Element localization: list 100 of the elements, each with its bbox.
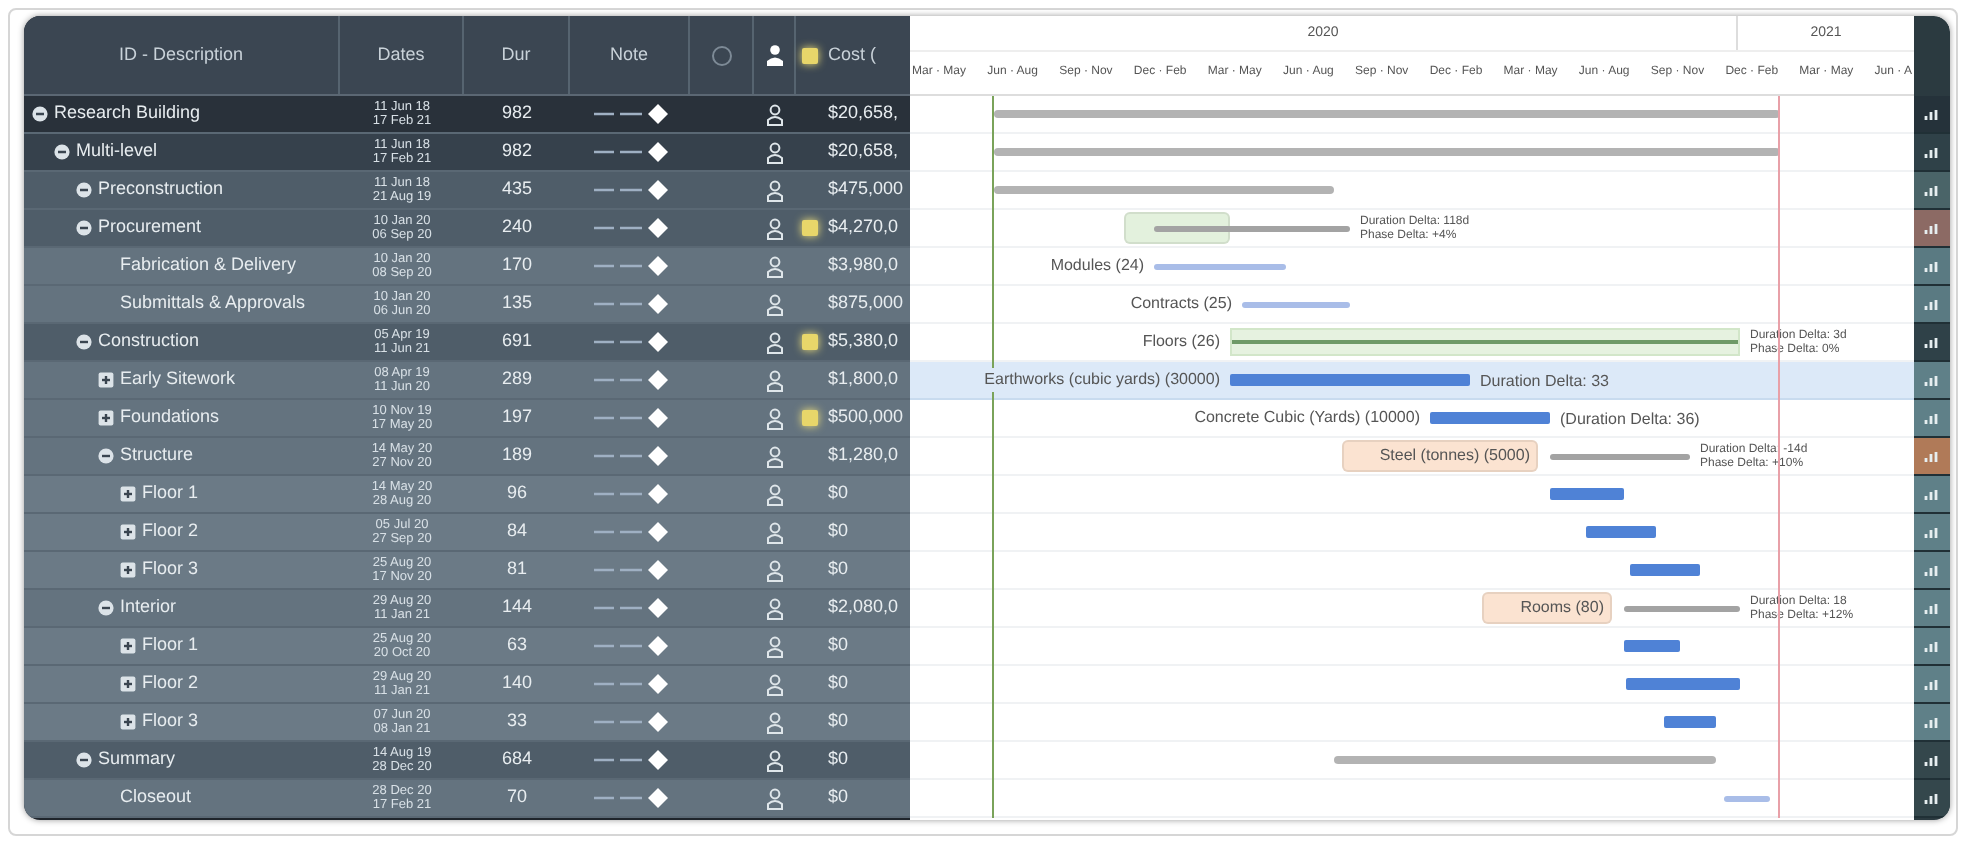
task-name[interactable]: Floor 3 [142,556,199,584]
chart-button[interactable] [1914,590,1950,628]
cost-value: $1,800,0 [826,366,899,393]
column-header[interactable]: Note [570,16,690,94]
task-name[interactable]: Research Building [54,100,201,128]
chart-button[interactable] [1914,438,1950,476]
chart-button[interactable] [1914,476,1950,514]
chart-icon [1924,183,1940,197]
chart-button[interactable] [1914,248,1950,286]
duration: 982 [499,138,535,165]
chart-button[interactable] [1914,324,1950,362]
bar-label: Steel (tonnes) (5000) [1379,444,1530,468]
expand-icon[interactable] [98,372,114,388]
task-name[interactable]: Foundations [120,404,220,432]
chart-button[interactable] [1914,780,1950,818]
dash-line-icon [593,188,641,192]
chart-button[interactable] [1914,666,1950,704]
duration: 135 [499,290,535,317]
gantt-row[interactable]: Concrete Cubic (Yards) (10000) (Duration Delta: 36) [910,400,1914,438]
expand-icon[interactable] [120,486,136,502]
phase-band[interactable] [1230,328,1740,356]
chart-icon [1924,715,1940,729]
dash-line-icon [593,302,641,306]
task-name[interactable]: Structure [120,442,194,470]
chart-button[interactable] [1914,286,1950,324]
person-icon[interactable] [766,749,784,771]
task-name[interactable]: Early Sitework [120,366,236,394]
task-name[interactable]: Floor 1 [142,632,199,660]
person-icon[interactable] [765,44,783,66]
task-name[interactable]: Fabrication & Delivery [120,252,297,280]
chart-button[interactable] [1914,704,1950,742]
task-name[interactable]: Multi-level [76,138,158,166]
note-icon[interactable] [802,47,818,63]
column-header[interactable]: Dur [464,16,570,94]
dash-line-icon [593,796,641,800]
expand-icon[interactable] [120,562,136,578]
collapse-icon[interactable] [76,334,92,350]
dash-line-icon [593,606,641,610]
expand-icon[interactable] [120,714,136,730]
task-name[interactable]: Submittals & Approvals [120,290,306,318]
person-icon[interactable] [766,331,784,353]
person-icon[interactable] [766,141,784,163]
chart-button[interactable] [1914,172,1950,210]
cost-value: $475,000 [826,176,904,203]
task-name[interactable]: Floor 2 [142,670,199,698]
collapse-icon[interactable] [98,600,114,616]
chart-icon [1924,335,1940,349]
task-name[interactable]: Floor 2 [142,518,199,546]
duration: 170 [499,252,535,279]
person-icon[interactable] [766,103,784,125]
task-name[interactable]: Closeout [120,784,192,812]
collapse-icon[interactable] [98,448,114,464]
collapse-icon[interactable] [32,106,48,122]
task-name[interactable]: Construction [98,328,200,356]
collapse-icon[interactable] [76,182,92,198]
dash-line-icon [593,378,641,382]
gantt-row[interactable]: Earthworks (cubic yards) (30000) Duration Delta: 33 [910,362,1914,400]
chart-icon [1924,677,1940,691]
dash-line-icon [593,720,641,724]
chart-icon [1924,639,1940,653]
chart-button[interactable] [1914,362,1950,400]
chart-button[interactable] [1914,742,1950,780]
task-name[interactable]: Preconstruction [98,176,224,204]
bar-label: Concrete Cubic (Yards) (10000) [1192,406,1422,430]
person-icon[interactable] [766,179,784,201]
task-name[interactable]: Floor 1 [142,480,199,508]
expand-icon[interactable] [120,676,136,692]
task-name[interactable]: Procurement [98,214,202,242]
expand-icon[interactable] [120,638,136,654]
cost-value: $0 [826,632,849,659]
chart-icon [1924,601,1940,615]
gantt-row[interactable]: Contracts (25) [910,286,1914,324]
collapse-icon[interactable] [76,752,92,768]
expand-icon[interactable] [120,524,136,540]
dash-line-icon [593,530,641,534]
column-header[interactable]: ID - Description [24,16,340,94]
task-name[interactable]: Summary [98,746,176,774]
duration: 240 [499,214,535,241]
gantt-row[interactable]: Modules (24) [910,248,1914,286]
column-header[interactable]: Dates [340,16,464,94]
column-header[interactable]: Cost ( [824,16,877,94]
chart-button[interactable] [1914,552,1950,590]
chart-button[interactable] [1914,134,1950,172]
task-name[interactable]: Interior [120,594,177,622]
duration: 691 [499,328,535,355]
task-name[interactable]: Floor 3 [142,708,199,736]
chart-icon [1924,107,1940,121]
chart-button[interactable] [1914,96,1950,134]
chart-button[interactable] [1914,628,1950,666]
collapse-icon[interactable] [76,220,92,236]
chart-button[interactable] [1914,400,1950,438]
duration: 197 [499,404,535,431]
collapse-icon[interactable] [54,144,70,160]
dash-line-icon [593,416,641,420]
chart-icon [1924,791,1940,805]
dash-line-icon [593,758,641,762]
person-icon[interactable] [766,217,784,239]
chart-button[interactable] [1914,514,1950,552]
expand-icon[interactable] [98,410,114,426]
chart-button[interactable] [1914,210,1950,248]
